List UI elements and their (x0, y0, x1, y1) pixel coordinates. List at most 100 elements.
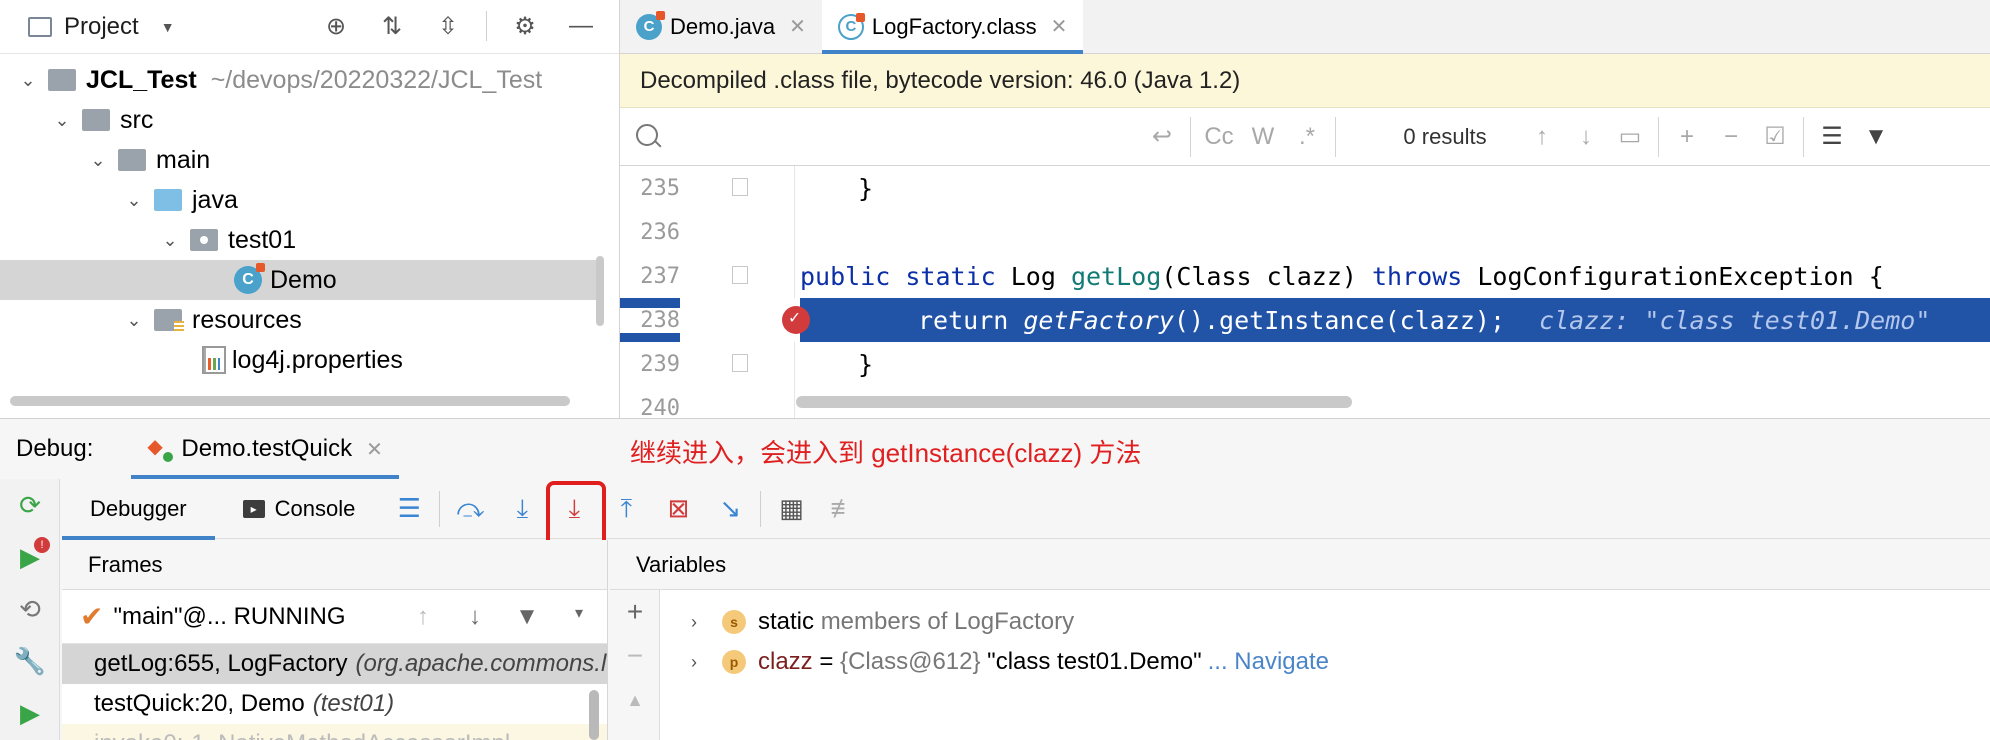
evaluate-expression-icon[interactable]: ▦ (765, 483, 817, 535)
filter-search-results-icon[interactable]: ☰ (1810, 122, 1854, 151)
chevron-down-icon[interactable]: ⌄ (120, 310, 148, 331)
thread-actions: ↑ ↓ ▼ ▾ (401, 603, 601, 631)
tree-item-label: src (120, 105, 154, 134)
move-up-icon[interactable]: ▲ (610, 678, 660, 722)
static-badge-icon: s (722, 610, 746, 634)
navigate-link[interactable]: ... Navigate (1208, 648, 1329, 676)
force-step-into-icon[interactable]: ⤓ (546, 480, 607, 549)
remove-watch-icon[interactable]: − (610, 634, 660, 678)
parameter-badge-icon: p (722, 650, 746, 674)
variable-type: {Class@612} (840, 648, 981, 675)
code-line: 236 (620, 210, 1990, 254)
code-text: } (858, 349, 874, 379)
newline-icon[interactable]: ↩ (1140, 122, 1184, 151)
tab-logfactory-class[interactable]: C LogFactory.class ✕ (821, 0, 1084, 54)
editor-tabs: C Demo.java ✕ C LogFactory.class ✕ (620, 0, 1990, 54)
vertical-scrollbar[interactable] (589, 690, 599, 740)
frame-row[interactable]: testQuick:20, Demo (test01) (62, 684, 607, 724)
variable-row-clazz[interactable]: › p clazz = {Class@612} "class test01.De… (610, 642, 1990, 682)
chevron-down-icon[interactable]: ⌄ (120, 190, 148, 211)
tree-item-src[interactable]: ⌄ src (0, 100, 604, 140)
project-path: ~/devops/20220322/JCL_Test (210, 65, 543, 94)
variable-row-static[interactable]: › s static members of LogFactory (610, 602, 1990, 642)
resume-program-icon[interactable]: ▶ (0, 687, 60, 739)
add-occurrence-icon[interactable]: + (1665, 123, 1709, 151)
wrench-icon[interactable]: 🔧 (0, 635, 60, 687)
line-number: 235 (640, 175, 680, 201)
tree-item-project-root[interactable]: ⌄ JCL_Test ~/devops/20220322/JCL_Test (0, 60, 604, 100)
tab-demo-java[interactable]: C Demo.java ✕ (620, 0, 822, 53)
match-case-toggle[interactable]: Cc (1197, 123, 1241, 151)
horizontal-scrollbar[interactable] (796, 396, 1352, 408)
decompiled-banner: Decompiled .class file, bytecode version… (620, 54, 1990, 108)
frames-header: Frames (62, 540, 607, 590)
locate-icon[interactable]: ⊕ (318, 8, 354, 44)
run-to-cursor-icon[interactable]: ↘ (704, 483, 756, 535)
run-config-icon (147, 434, 174, 462)
fold-marker-icon[interactable] (732, 354, 748, 372)
frame-row[interactable]: getLog:655, LogFactory (org.apache.commo… (62, 644, 607, 684)
drop-frame-icon[interactable]: ⊠ (652, 483, 704, 535)
editor: C Demo.java ✕ C LogFactory.class ✕ Decom… (620, 0, 1990, 421)
rerun-icon[interactable]: ⟳ (0, 479, 60, 531)
highlight-box (546, 480, 607, 549)
layout-menu-icon[interactable]: ☰ (383, 483, 435, 535)
fold-marker-icon[interactable] (732, 266, 748, 284)
regex-toggle[interactable]: .* (1285, 123, 1329, 151)
chevron-down-icon[interactable]: ⌄ (14, 70, 42, 91)
resume-with-warning-icon[interactable]: ▶! (0, 531, 60, 583)
chevron-down-icon[interactable]: ⌄ (48, 110, 76, 131)
remove-occurrence-icon[interactable]: − (1709, 123, 1753, 151)
next-occurrence-icon[interactable]: ↓ (1564, 123, 1608, 151)
variable-value: "class test01.Demo" (987, 648, 1202, 675)
step-over-icon[interactable]: ⤼ (444, 483, 496, 535)
step-into-icon[interactable]: ⤓ (496, 483, 548, 535)
search-icon[interactable] (636, 124, 658, 146)
tree-item-test01[interactable]: ⌄ test01 (0, 220, 604, 260)
previous-occurrence-icon[interactable]: ↑ (1520, 123, 1564, 151)
close-icon[interactable]: ✕ (366, 437, 383, 462)
filter-icon[interactable]: ▼ (1854, 123, 1898, 151)
select-occurrences-icon[interactable]: ☑ (1753, 122, 1797, 151)
whole-word-toggle[interactable]: W (1241, 123, 1285, 151)
add-watch-icon[interactable]: + (610, 590, 660, 634)
chevron-down-icon[interactable]: ⌄ (156, 230, 184, 251)
select-all-occurrences-icon[interactable]: ▭ (1608, 122, 1652, 151)
expand-all-icon[interactable]: ⇅ (374, 8, 410, 44)
chevron-right-icon[interactable]: › (680, 612, 708, 633)
gear-icon[interactable]: ⚙ (507, 8, 543, 44)
restore-layout-icon[interactable]: ⟲ (0, 583, 60, 635)
vertical-scrollbar[interactable] (596, 256, 604, 326)
chevron-down-icon[interactable]: ▾ (557, 603, 601, 631)
tree-item-demo[interactable]: C Demo (0, 260, 604, 300)
tree-item-log4j-properties[interactable]: log4j.properties (0, 340, 604, 380)
code-area[interactable]: 235 } 236 237 public static Log getLog(C… (620, 166, 1990, 421)
tree-item-resources[interactable]: ⌄ resources (0, 300, 604, 340)
chevron-down-icon[interactable]: ⌄ (84, 150, 112, 171)
chevron-right-icon[interactable]: › (680, 652, 708, 673)
frame-row[interactable]: invoke0:-1, NativeMethodAccessorImpl (62, 724, 607, 740)
tree-item-java[interactable]: ⌄ java (0, 180, 604, 220)
fold-marker-icon[interactable] (732, 178, 748, 196)
tree-item-main[interactable]: ⌄ main (0, 140, 604, 180)
chevron-down-icon[interactable]: ▼ (161, 19, 175, 35)
filter-icon[interactable]: ▼ (505, 603, 549, 631)
arrow-up-icon[interactable]: ↑ (401, 603, 445, 631)
hide-icon[interactable]: — (563, 8, 599, 44)
close-icon[interactable]: ✕ (789, 14, 806, 39)
close-icon[interactable]: ✕ (1051, 14, 1068, 39)
trace-icon[interactable]: ≢ (817, 483, 869, 535)
step-out-icon[interactable]: ⤒ (600, 483, 652, 535)
horizontal-scrollbar[interactable] (10, 396, 570, 406)
thread-selector[interactable]: ✔ "main"@... RUNNING ↑ ↓ ▼ ▾ (62, 590, 607, 644)
gutter (680, 166, 800, 210)
module-folder-icon (48, 69, 76, 91)
breakpoint-icon[interactable] (782, 306, 810, 334)
arrow-down-icon[interactable]: ↓ (453, 603, 497, 631)
tab-debugger[interactable]: Debugger (62, 479, 215, 540)
collapse-all-icon[interactable]: ⇳ (430, 8, 466, 44)
tab-debug-session[interactable]: Demo.testQuick ✕ (131, 419, 400, 479)
project-panel-title[interactable]: Project (64, 13, 139, 41)
search-input[interactable] (620, 116, 1140, 157)
tab-console[interactable]: ▸ Console (215, 479, 384, 539)
